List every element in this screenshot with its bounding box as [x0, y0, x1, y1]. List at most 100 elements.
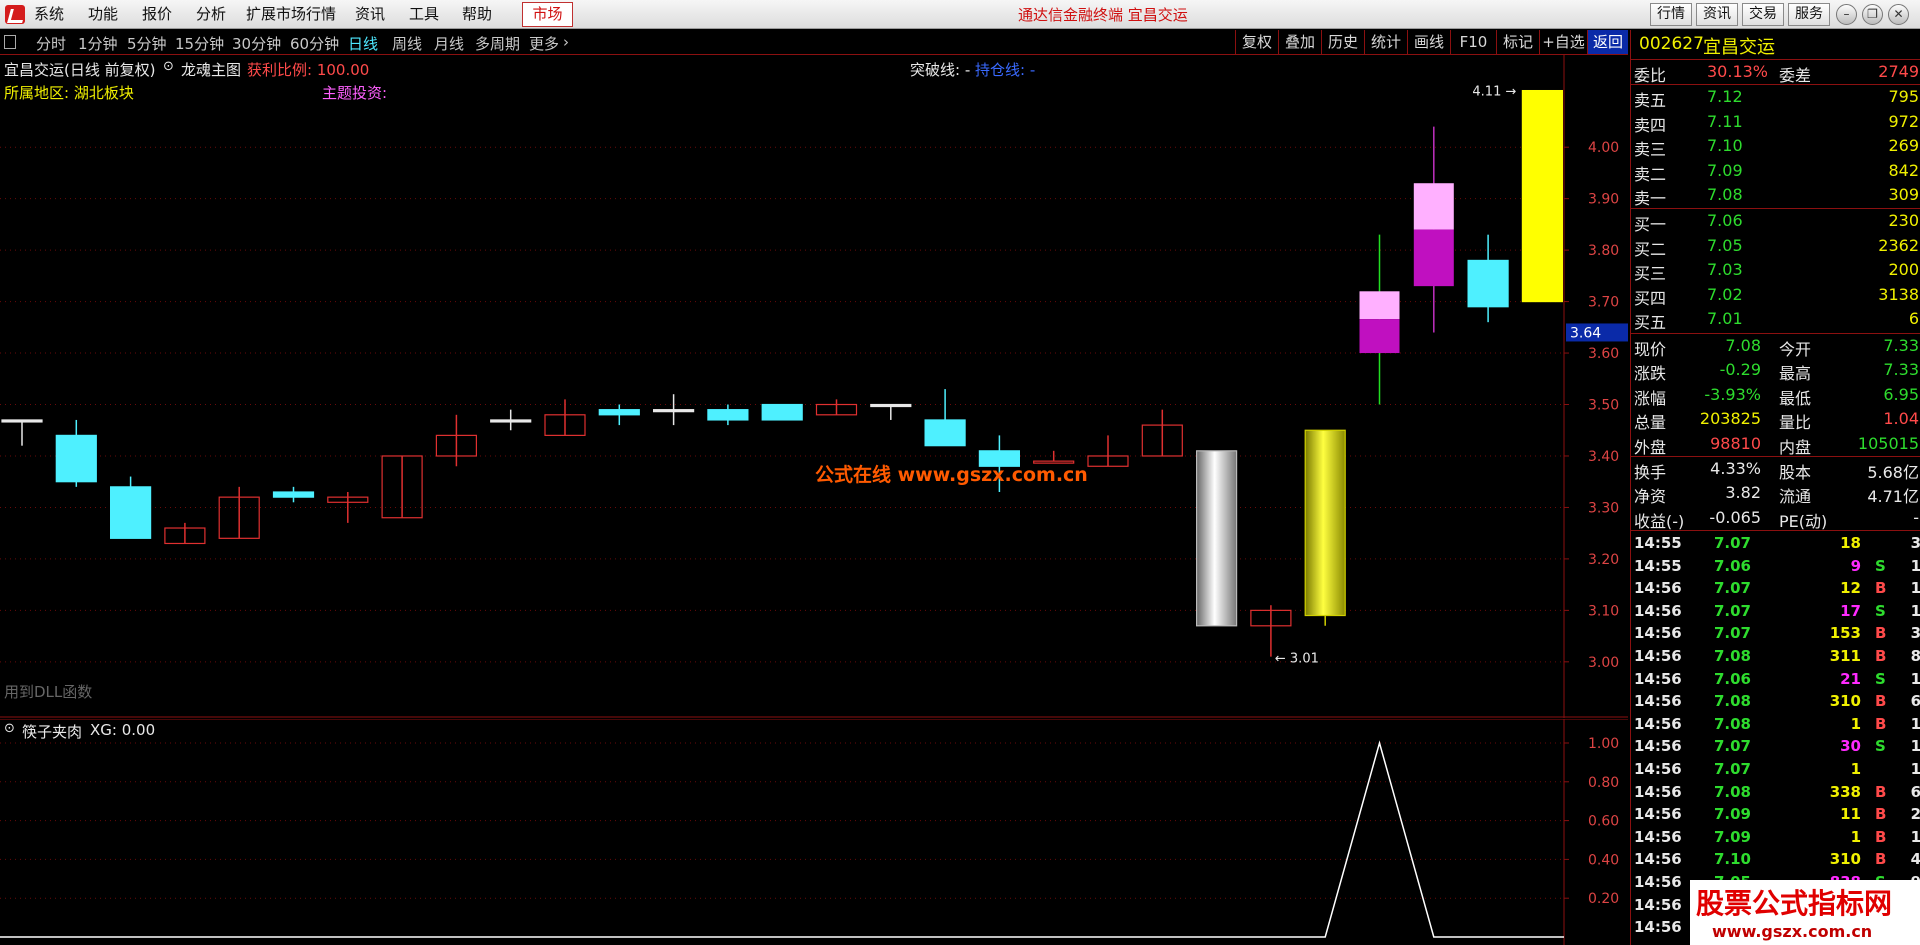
- fund-label: PE(动): [1779, 511, 1828, 531]
- tick-row[interactable]: 14:56 7.10 310 B 4: [1631, 848, 1920, 871]
- fund-value: 4.33%: [1710, 459, 1761, 478]
- mark-button[interactable]: 标记: [1496, 30, 1539, 54]
- candle: [652, 394, 695, 426]
- tick-row[interactable]: 14:56 7.06 21 S 1: [1631, 668, 1920, 691]
- close-icon[interactable]: ✕: [1888, 4, 1909, 25]
- collapse-indicator-icon[interactable]: ⊙: [4, 721, 15, 736]
- tick-row[interactable]: 14:56 7.08 1 B 1: [1631, 713, 1920, 736]
- service-tab-button[interactable]: 服务: [1788, 3, 1830, 26]
- tick-side: B: [1875, 827, 1887, 846]
- fundamental-row: 收益(-) -0.065 PE(动) -: [1631, 506, 1920, 531]
- tick-price: 7.08: [1713, 714, 1751, 733]
- tick-row[interactable]: 14:56 7.08 338 B 6: [1631, 781, 1920, 804]
- menu-tools[interactable]: 工具: [409, 4, 439, 24]
- minimize-icon[interactable]: –: [1836, 4, 1857, 25]
- period-monthly[interactable]: 月线: [434, 33, 464, 54]
- statistics-button[interactable]: 统计: [1364, 30, 1407, 54]
- tick-row[interactable]: 14:56 7.08 310 B 6: [1631, 690, 1920, 713]
- tick-time: 14:56: [1634, 895, 1682, 914]
- tick-row[interactable]: 14:56 7.07 30 S 1: [1631, 735, 1920, 758]
- bid-price: 7.06: [1707, 211, 1743, 230]
- restore-icon[interactable]: ❐: [1862, 4, 1883, 25]
- quote-panel: 002627 宜昌交运 委比 30.13% 委差 2749 卖五 7.12 795 卖…: [1630, 30, 1920, 945]
- f10-button[interactable]: F10: [1450, 30, 1496, 54]
- candle: [1195, 450, 1238, 627]
- indicator-chart[interactable]: 1.00 0.80 0.60 0.40 0.20 ⊙ 筷子夹肉 XG: 0.00: [0, 718, 1628, 945]
- history-button[interactable]: 历史: [1321, 30, 1364, 54]
- bid-level: 买二 7.05 2362: [1631, 234, 1920, 259]
- menu-analysis[interactable]: 分析: [196, 4, 226, 24]
- candlestick-svg[interactable]: 4.00 3.90 3.80 3.70 3.60 3.50 3.40 3.30 3.20 3.10…: [0, 55, 1628, 718]
- bid-volume: 2362: [1878, 235, 1919, 255]
- collapse-icon[interactable]: ⊙: [163, 59, 174, 74]
- bid-level: 买五 7.01 6: [1631, 307, 1920, 332]
- main-indicator-label[interactable]: 龙魂主图: [181, 59, 241, 80]
- menu-extended-market[interactable]: 扩展市场行情: [246, 4, 336, 24]
- indicator-svg[interactable]: 1.00 0.80 0.60 0.40 0.20: [0, 718, 1628, 945]
- tick-count: 1: [1910, 556, 1920, 575]
- ask-volume: 795: [1888, 87, 1919, 106]
- period-weekly[interactable]: 周线: [392, 33, 422, 54]
- tick-row[interactable]: 14:56 7.08 311 B 8: [1631, 645, 1920, 668]
- stat-label: 涨跌: [1634, 364, 1667, 384]
- period-intraday[interactable]: 分时: [36, 33, 66, 54]
- weicha-label: 委差: [1779, 66, 1812, 85]
- ask-volume: 309: [1888, 185, 1919, 204]
- add-watchlist-button[interactable]: +自选: [1539, 30, 1587, 54]
- tick-time: 14:55: [1634, 534, 1682, 552]
- main-chart[interactable]: 4.00 3.90 3.80 3.70 3.60 3.50 3.40 3.30 3.20 3.10…: [0, 55, 1628, 718]
- period-5min[interactable]: 5分钟: [127, 33, 167, 54]
- indicator-title[interactable]: 筷子夹肉: [22, 721, 82, 742]
- period-30min[interactable]: 30分钟: [232, 33, 281, 54]
- menu-quote[interactable]: 报价: [142, 4, 172, 24]
- app-logo-icon: [5, 5, 25, 24]
- period-1min[interactable]: 1分钟: [78, 33, 118, 54]
- chevron-right-icon[interactable]: ›: [563, 33, 569, 51]
- ask-price: 7.08: [1707, 185, 1743, 204]
- menu-help[interactable]: 帮助: [462, 4, 492, 24]
- menu-news[interactable]: 资讯: [355, 4, 385, 24]
- bid-price: 7.01: [1707, 309, 1743, 328]
- period-multi[interactable]: 多周期: [475, 33, 520, 54]
- period-60min[interactable]: 60分钟: [290, 33, 339, 54]
- period-daily[interactable]: 日线: [348, 33, 378, 54]
- chart-watermark: 公式在线 www.gszx.com.cn: [815, 464, 1088, 486]
- stat-label: 现价: [1634, 340, 1667, 359]
- period-more[interactable]: 更多: [529, 33, 559, 54]
- tick-time: 14:56: [1634, 692, 1682, 711]
- candle: [870, 403, 912, 420]
- stat-row: 涨跌 -0.29 最高 7.33: [1631, 358, 1920, 384]
- tick-row[interactable]: 14:56 7.09 11 B 2: [1631, 803, 1920, 826]
- tick-row[interactable]: 14:56 7.07 12 B 1: [1631, 577, 1920, 600]
- toggle-panel-icon[interactable]: [4, 35, 16, 49]
- fund-value: 5.68亿: [1867, 463, 1919, 482]
- candle-body: [1467, 259, 1509, 308]
- tick-row[interactable]: 14:55 7.06 9 S 1: [1631, 555, 1920, 578]
- menubar: 系统 功能 报价 分析 扩展市场行情 资讯 工具 帮助 市场 通达信金融终端 宜…: [0, 0, 1920, 29]
- y-tick-label: 3.40: [1588, 449, 1619, 465]
- tick-row[interactable]: 14:56 7.09 1 B 1: [1631, 826, 1920, 849]
- market-button[interactable]: 市场: [522, 2, 573, 27]
- menu-function[interactable]: 功能: [88, 4, 118, 24]
- tick-row[interactable]: 14:55 7.07 18 3: [1631, 532, 1920, 555]
- candle-body: [1, 419, 43, 423]
- tick-volume: 1: [1850, 827, 1861, 846]
- stat-row: 总量 203825 量比 1.04: [1631, 407, 1920, 432]
- candle: [164, 522, 206, 545]
- ask-label: 卖一: [1634, 189, 1667, 208]
- trade-tab-button[interactable]: 交易: [1742, 3, 1784, 26]
- adjust-button[interactable]: 复权: [1235, 30, 1278, 54]
- tick-side: B: [1875, 714, 1887, 733]
- overlay-button[interactable]: 叠加: [1278, 30, 1321, 54]
- news-tab-button[interactable]: 资讯: [1696, 3, 1738, 26]
- quote-tab-button[interactable]: 行情: [1650, 3, 1692, 26]
- period-15min[interactable]: 15分钟: [175, 33, 224, 54]
- tick-row[interactable]: 14:56 7.07 1 1: [1631, 758, 1920, 781]
- tick-row[interactable]: 14:56 7.07 153 B 3: [1631, 622, 1920, 645]
- tick-row[interactable]: 14:56 7.07 17 S 1: [1631, 600, 1920, 623]
- draw-line-button[interactable]: 画线: [1407, 30, 1450, 54]
- stat-label: 今开: [1779, 340, 1812, 359]
- menu-system[interactable]: 系统: [34, 4, 64, 24]
- back-button[interactable]: 返回: [1587, 30, 1628, 54]
- ask-volume: 972: [1888, 111, 1919, 131]
